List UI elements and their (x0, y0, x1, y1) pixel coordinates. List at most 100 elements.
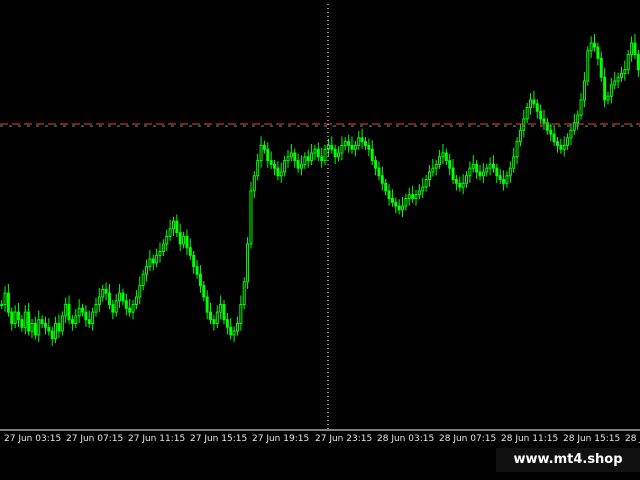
candle-body (374, 160, 378, 169)
candle-body (427, 171, 431, 181)
candles-group (0, 34, 640, 346)
candle-body (289, 152, 293, 158)
candle-body (158, 251, 162, 256)
candle-body (155, 254, 159, 264)
candle-body (67, 304, 71, 321)
candle-body (626, 54, 630, 71)
candle-body (256, 160, 260, 177)
candle-body (411, 194, 415, 199)
candle-body (104, 288, 108, 294)
candle-body (508, 167, 512, 177)
candle-body (586, 50, 590, 82)
candle-body (293, 152, 297, 162)
candle-body (20, 319, 24, 328)
candle-body (269, 160, 273, 165)
x-tick-label: 27 Jun 19:15 (252, 434, 309, 444)
candle-body (343, 141, 347, 146)
candle-body (609, 84, 613, 97)
candle-body (276, 167, 280, 177)
candle-body (559, 144, 563, 150)
candle-body (185, 235, 189, 249)
candle-body (555, 141, 559, 146)
candle-body (60, 315, 64, 332)
x-tick-label: 28 Jun 03:15 (377, 434, 434, 444)
candle-body (619, 72, 623, 78)
candle-body (235, 322, 239, 332)
candle-body (451, 167, 455, 181)
candle-body (138, 285, 142, 298)
candle-body (502, 179, 506, 184)
candle-body (593, 42, 597, 48)
candle-body (448, 160, 452, 169)
candle-body (505, 175, 509, 184)
candle-body (225, 319, 229, 328)
candle-body (165, 235, 169, 245)
candle-body (273, 163, 277, 169)
candle-body (209, 311, 213, 321)
x-tick-label: 28 Jun 15:15 (563, 434, 620, 444)
candle-body (151, 258, 155, 264)
candle-body (107, 292, 111, 306)
candle-body (606, 95, 610, 101)
candle-body (350, 144, 354, 150)
candle-body (87, 319, 91, 324)
candle-body (47, 326, 51, 332)
candle-body (205, 296, 209, 313)
candle-body (215, 311, 219, 324)
candle-body (387, 190, 391, 199)
candle-body (515, 141, 519, 158)
price-chart[interactable]: 27 Jun 03:15 27 Jun 07:15 27 Jun 11:15 2… (0, 0, 640, 448)
candle-body (390, 197, 394, 203)
candle-body (532, 99, 536, 105)
candle-body (249, 190, 253, 245)
candle-body (262, 144, 266, 150)
candle-body (384, 182, 388, 192)
candle-body (562, 144, 566, 150)
candle-body (54, 322, 58, 340)
candle-body (299, 163, 303, 169)
candle-body (13, 311, 17, 324)
candle-body (616, 76, 620, 82)
candle-body (111, 304, 115, 313)
candle-body (363, 141, 367, 146)
candle-body (630, 42, 634, 56)
candle-body (461, 182, 465, 188)
candle-body (37, 319, 41, 336)
candle-body (131, 304, 135, 313)
candle-body (57, 322, 61, 332)
candle-body (23, 311, 27, 328)
candle-body (471, 163, 475, 169)
x-tick-label: 27 Jun 03:15 (4, 434, 61, 444)
candle-body (596, 46, 600, 59)
candle-body (27, 311, 31, 332)
candle-body (43, 322, 47, 328)
candle-body (222, 304, 226, 321)
candle-body (91, 311, 95, 324)
candle-body (124, 300, 128, 309)
candle-body (397, 205, 401, 211)
candle-body (414, 194, 418, 199)
candle-body (566, 137, 570, 146)
candle-body (333, 148, 337, 158)
candle-body (0, 304, 4, 307)
candle-body (572, 122, 576, 131)
candle-body (246, 243, 250, 283)
candle-body (316, 148, 320, 158)
candle-body (488, 163, 492, 169)
candle-body (128, 307, 132, 313)
candle-body (306, 156, 310, 162)
x-tick-label: 28 Jun 11:15 (501, 434, 558, 444)
candle-body (337, 152, 341, 158)
candle-body (603, 76, 607, 101)
candle-body (421, 186, 425, 192)
chart-canvas[interactable]: 27 Jun 03:15 27 Jun 07:15 27 Jun 11:15 2… (0, 0, 640, 448)
candle-body (380, 175, 384, 184)
candle-body (360, 137, 364, 143)
candle-body (407, 194, 411, 199)
candle-body (475, 163, 479, 173)
candle-body (97, 296, 101, 306)
candle-body (84, 311, 88, 321)
time-axis: 27 Jun 03:15 27 Jun 07:15 27 Jun 11:15 2… (0, 429, 640, 444)
candle-body (121, 292, 125, 302)
candle-body (30, 322, 34, 332)
